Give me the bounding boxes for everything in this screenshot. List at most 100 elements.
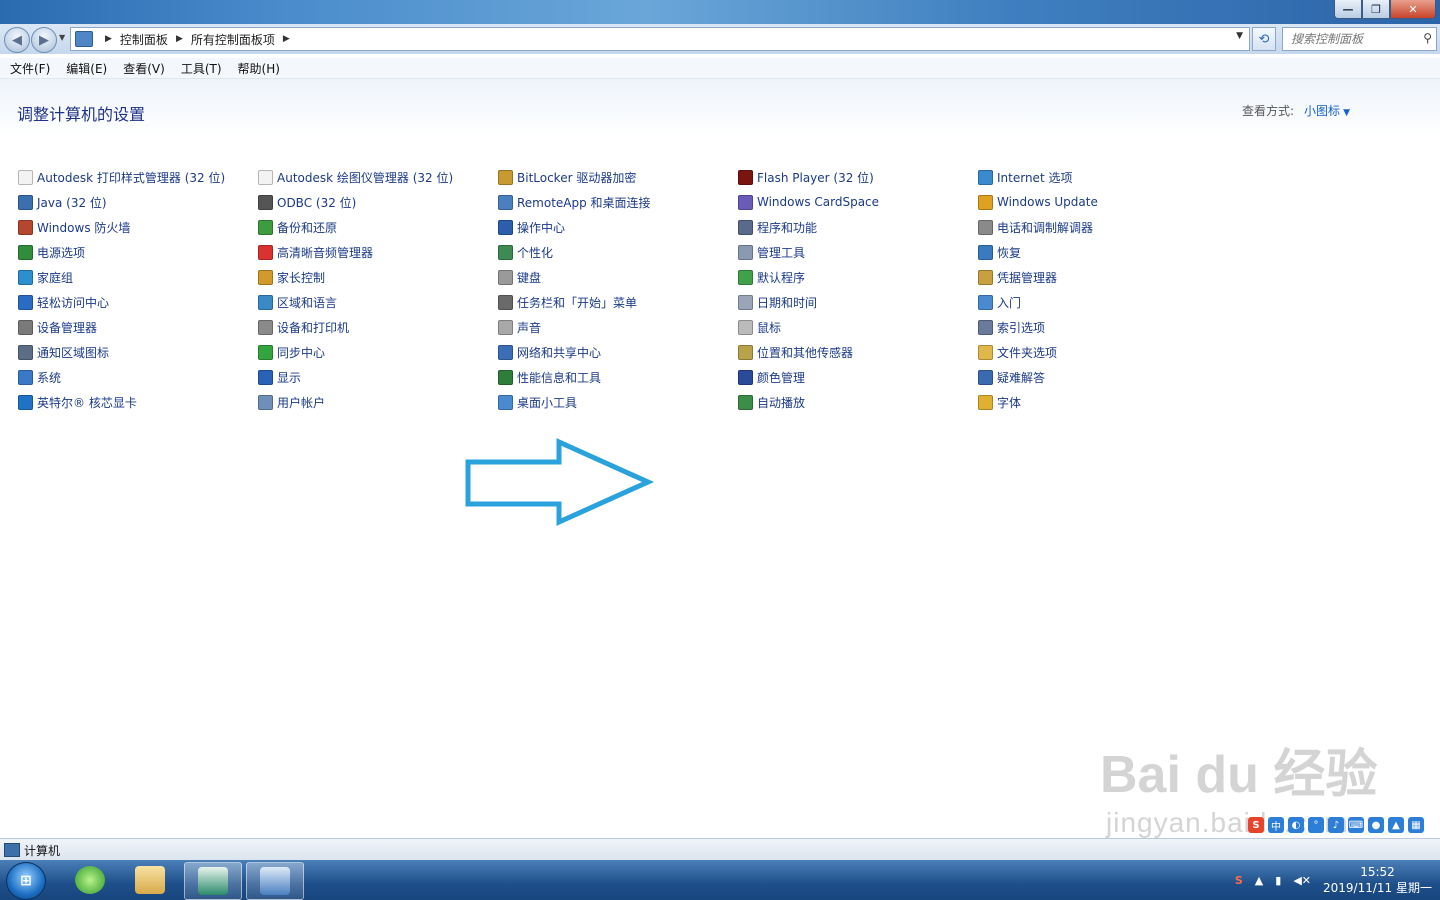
close-button[interactable]: ✕ [1390,0,1436,19]
control-panel-item[interactable]: 性能信息和工具 [498,367,601,387]
control-panel-item[interactable]: 网络和共享中心 [498,342,601,362]
control-panel-item[interactable]: ODBC (32 位) [258,192,356,212]
control-panel-item[interactable]: 英特尔® 核芯显卡 [18,392,137,412]
address-dropdown-icon[interactable]: ▼ [1236,31,1243,41]
control-panel-item[interactable]: 操作中心 [498,217,565,237]
control-panel-item[interactable]: 电话和调制解调器 [978,217,1093,237]
search-box[interactable]: ⚲ [1282,27,1437,51]
control-panel-item[interactable]: 自动播放 [738,392,805,412]
control-panel-item[interactable]: 家长控制 [258,267,325,287]
control-panel-item-label: Autodesk 绘图仪管理器 (32 位) [277,170,454,185]
control-panel-item[interactable]: 默认程序 [738,267,805,287]
network-signal-icon[interactable]: ▮ [1275,874,1281,887]
control-panel-item[interactable]: Autodesk 打印样式管理器 (32 位) [18,167,225,187]
control-panel-item[interactable]: 字体 [978,392,1021,412]
view-by: 查看方式: 小图标 ▼ [1242,102,1350,119]
control-panel-item[interactable]: Windows CardSpace [738,192,879,212]
control-panel-item[interactable]: 任务栏和「开始」菜单 [498,292,637,312]
address-bar[interactable]: ▶ 控制面板 ▶ 所有控制面板项 ▶ ▼ [70,27,1250,51]
breadcrumb-all-items[interactable]: 所有控制面板项 [191,31,275,48]
menu-edit[interactable]: 编辑(E) [58,60,115,77]
control-panel-item[interactable]: 轻松访问中心 [18,292,109,312]
menu-tools[interactable]: 工具(T) [173,60,230,77]
forward-button[interactable]: ▶ [31,27,57,53]
user-center-icon[interactable]: ● [1368,817,1384,833]
control-panel-item[interactable]: 备份和还原 [258,217,337,237]
control-panel-item[interactable]: 设备管理器 [18,317,97,337]
control-panel-item[interactable]: 凭据管理器 [978,267,1057,287]
control-panel-item[interactable]: 入门 [978,292,1021,312]
start-button[interactable]: ⊞ [6,862,46,900]
control-panel-item[interactable]: 区域和语言 [258,292,337,312]
toolbox-icon[interactable]: ▦ [1408,817,1424,833]
volume-muted-icon[interactable]: ◀✕ [1293,874,1311,887]
menu-help[interactable]: 帮助(H) [230,60,288,77]
punctuation-icon[interactable]: ° [1308,817,1324,833]
control-panel-item[interactable]: Internet 选项 [978,167,1072,187]
sogou-ime-icon[interactable]: S [1248,817,1264,833]
microphone-icon[interactable]: ♪ [1328,817,1344,833]
control-panel-item[interactable]: 通知区域图标 [18,342,109,362]
sensors-icon [738,344,753,360]
recent-pages-dropdown-icon[interactable]: ▼ [59,33,65,42]
control-panel-item[interactable]: 程序和功能 [738,217,817,237]
control-panel-item[interactable]: 疑难解答 [978,367,1045,387]
control-panel-item[interactable]: 索引选项 [978,317,1045,337]
control-panel-item[interactable]: Autodesk 绘图仪管理器 (32 位) [258,167,453,187]
half-width-icon[interactable]: ◐ [1288,817,1304,833]
control-panel-item[interactable]: 位置和其他传感器 [738,342,853,362]
control-panel-item[interactable]: Java (32 位) [18,192,107,212]
search-icon[interactable]: ⚲ [1423,31,1432,45]
control-panel-item[interactable]: 高清晰音频管理器 [258,242,373,262]
control-panel-item[interactable]: 系统 [18,367,61,387]
control-panel-item[interactable]: 家庭组 [18,267,73,287]
taskbar-app-control-panel[interactable] [246,862,304,900]
fonts-icon [978,394,993,410]
control-panel-item[interactable]: 个性化 [498,242,553,262]
control-panel-item[interactable]: 用户帐户 [258,392,325,412]
chinese-mode-icon[interactable]: 中 [1268,817,1284,833]
taskbar-app-browser[interactable] [62,862,118,898]
control-panel-item[interactable]: 颜色管理 [738,367,805,387]
maximize-button[interactable]: ❐ [1362,0,1390,19]
breadcrumb-separator-icon[interactable]: ▶ [105,34,112,44]
menu-view[interactable]: 查看(V) [115,60,173,77]
view-by-chevron-down-icon[interactable]: ▼ [1343,108,1350,118]
control-panel-item[interactable]: Windows 防火墙 [18,217,130,237]
breadcrumb-separator-icon[interactable]: ▶ [283,34,290,44]
back-button[interactable]: ◀ [4,27,30,53]
clock[interactable]: 15:52 2019/11/11 星期一 [1323,864,1432,896]
control-panel-item[interactable]: 日期和时间 [738,292,817,312]
menu-file[interactable]: 文件(F) [0,60,58,77]
skin-icon[interactable]: ▲ [1388,817,1404,833]
control-panel-item[interactable]: 同步中心 [258,342,325,362]
control-panel-item[interactable]: Flash Player (32 位) [738,167,874,187]
breadcrumb-control-panel[interactable]: 控制面板 [120,31,168,48]
soft-keyboard-icon[interactable]: ⌨ [1348,817,1364,833]
sogou-tray-icon[interactable]: S [1235,874,1243,887]
control-panel-item[interactable]: 显示 [258,367,301,387]
control-panel-item[interactable]: 桌面小工具 [498,392,577,412]
mouse-icon [738,319,753,335]
taskbar-app-explorer[interactable] [122,862,178,898]
breadcrumb-separator-icon[interactable]: ▶ [176,34,183,44]
control-panel-item[interactable]: 恢复 [978,242,1021,262]
search-input[interactable] [1289,31,1417,47]
control-panel-item[interactable]: 文件夹选项 [978,342,1057,362]
control-panel-item[interactable]: 管理工具 [738,242,805,262]
taskbar-app-autocad[interactable] [184,862,242,900]
control-panel-item-label: 系统 [37,370,62,385]
color-management-icon [738,369,753,385]
control-panel-item[interactable]: BitLocker 驱动器加密 [498,167,636,187]
control-panel-item[interactable]: 键盘 [498,267,541,287]
control-panel-item[interactable]: 声音 [498,317,541,337]
control-panel-item[interactable]: Windows Update [978,192,1098,212]
control-panel-item[interactable]: RemoteApp 和桌面连接 [498,192,651,212]
view-by-dropdown[interactable]: 小图标 [1304,104,1340,118]
control-panel-item[interactable]: 鼠标 [738,317,781,337]
refresh-button[interactable]: ⟲ [1252,27,1276,51]
minimize-button[interactable]: — [1334,0,1362,19]
control-panel-item[interactable]: 电源选项 [18,242,85,262]
control-panel-item[interactable]: 设备和打印机 [258,317,349,337]
show-hidden-icons-icon[interactable]: ▲ [1255,874,1263,887]
